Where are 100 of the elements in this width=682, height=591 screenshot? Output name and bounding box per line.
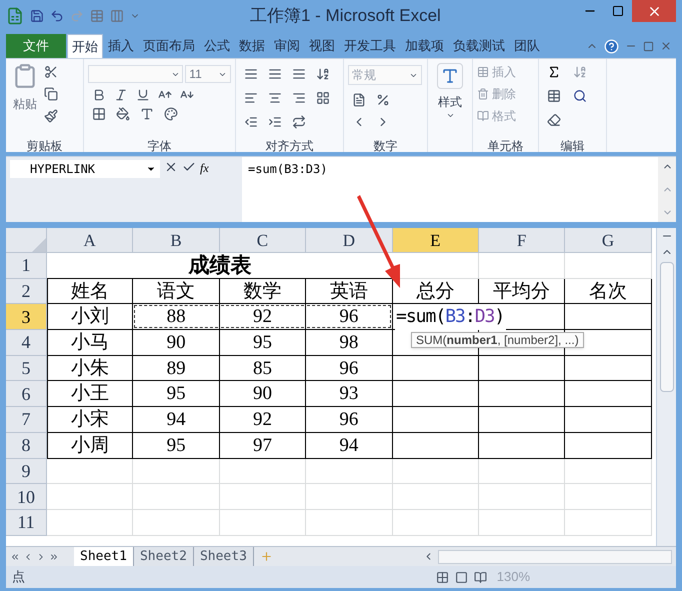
first-sheet-icon[interactable]: [10, 552, 20, 562]
column-header[interactable]: D: [306, 228, 393, 253]
merge-icon[interactable]: [316, 91, 330, 105]
row-header[interactable]: 6: [6, 381, 47, 408]
table-cell: 92: [220, 304, 306, 330]
fill-color-icon[interactable]: [116, 107, 130, 121]
column-header[interactable]: G: [565, 228, 652, 253]
paste-button[interactable]: 粘贴: [12, 63, 38, 123]
row-header[interactable]: 9: [6, 458, 47, 484]
fill-icon[interactable]: [547, 89, 561, 103]
orientation-icon[interactable]: [292, 115, 306, 129]
undo-icon[interactable]: [50, 9, 64, 23]
last-sheet-icon[interactable]: [49, 552, 59, 562]
table-cell: 96: [306, 356, 393, 382]
column-header[interactable]: E: [392, 228, 479, 253]
horizontal-scrollbar[interactable]: [438, 550, 672, 564]
ribbon-tab[interactable]: 开始: [67, 34, 103, 58]
normal-view-icon[interactable]: [436, 570, 449, 584]
column-header[interactable]: B: [133, 228, 220, 253]
styles-button[interactable]: 样式: [428, 59, 472, 120]
window-title: 工作簿1 - Microsoft Excel: [249, 5, 442, 28]
row-header[interactable]: 1: [6, 253, 47, 279]
file-tab[interactable]: 文件: [6, 34, 66, 58]
cut-icon[interactable]: [44, 65, 58, 79]
table-cell: 小刘: [47, 304, 134, 330]
row-header[interactable]: 4: [6, 330, 47, 356]
help-icon[interactable]: [604, 38, 619, 54]
align-left-icon[interactable]: [244, 91, 258, 105]
middle-align-icon[interactable]: [268, 67, 282, 81]
ribbon-tab[interactable]: 开发工具: [340, 34, 400, 58]
increase-indent-icon[interactable]: [268, 115, 282, 129]
column-header[interactable]: A: [47, 228, 134, 253]
function-tooltip: SUM(number1, [number2], ...): [411, 332, 584, 348]
align-center-icon[interactable]: [268, 91, 282, 105]
align-right-icon[interactable]: [292, 91, 306, 105]
borders-icon[interactable]: [92, 107, 106, 121]
group-label: 单元格: [488, 139, 524, 153]
table-cell: 90: [133, 330, 220, 356]
wrap-text-icon[interactable]: [316, 67, 330, 81]
sheet-tab[interactable]: Sheet3: [194, 547, 254, 566]
column-header[interactable]: F: [478, 228, 566, 253]
group-label: 编辑: [560, 139, 584, 153]
ribbon-tab[interactable]: 审阅: [270, 34, 304, 58]
cell-edit-text[interactable]: =sum(B3:D3): [395, 304, 506, 330]
ribbon-tab[interactable]: 插入: [104, 34, 138, 58]
name-box[interactable]: HYPERLINK: [10, 160, 160, 178]
row-header[interactable]: 8: [6, 432, 47, 458]
ribbon-tab[interactable]: 团队: [510, 34, 544, 58]
row-header[interactable]: 11: [6, 510, 47, 536]
row-header[interactable]: 3: [6, 304, 47, 330]
ribbon-tab[interactable]: 公式: [200, 34, 234, 58]
sheet-tab[interactable]: Sheet2: [134, 547, 194, 566]
bottom-align-icon[interactable]: [292, 67, 306, 81]
top-align-icon[interactable]: [244, 67, 258, 81]
table-cell: 数学: [220, 278, 306, 304]
bold-icon[interactable]: [92, 88, 106, 102]
insert-cells-icon: [477, 66, 489, 78]
font-size-field[interactable]: 11: [185, 65, 231, 83]
ribbon-tab[interactable]: 视图: [305, 34, 339, 58]
autosum-icon[interactable]: [547, 65, 561, 79]
formula-field[interactable]: =sum(B3:D3): [242, 157, 658, 222]
ribbon-tab[interactable]: 数据: [235, 34, 269, 58]
row-header[interactable]: 10: [6, 484, 47, 510]
italic-icon[interactable]: [114, 88, 128, 102]
vertical-scroll-thumb[interactable]: [660, 262, 674, 392]
table-cell: 98: [306, 330, 393, 356]
font-color-icon[interactable]: [140, 107, 154, 121]
find-icon[interactable]: [573, 89, 587, 103]
sheet-tab[interactable]: Sheet1: [74, 547, 134, 566]
table-cell: 语文: [133, 278, 220, 304]
format-painter-icon[interactable]: [44, 109, 58, 123]
cancel-icon[interactable]: [164, 160, 178, 174]
clear-icon[interactable]: [547, 113, 561, 127]
ribbon-tab[interactable]: 加载项: [401, 34, 448, 58]
save-icon[interactable]: [30, 9, 44, 23]
ribbon-tab[interactable]: 负载测试: [449, 34, 509, 58]
page-layout-icon[interactable]: [454, 570, 468, 584]
table-cell: 小朱: [47, 356, 134, 382]
close-button[interactable]: [632, 0, 676, 22]
table-cell: 97: [220, 432, 306, 458]
restore-workbook-icon[interactable]: [643, 40, 654, 52]
row-header[interactable]: 5: [6, 356, 47, 382]
insert-function-button[interactable]: fx: [200, 160, 209, 174]
copy-icon[interactable]: [44, 87, 58, 101]
ribbon-tab[interactable]: 页面布局: [139, 34, 199, 58]
page-break-icon[interactable]: [474, 570, 487, 584]
percent-icon[interactable]: [376, 93, 390, 107]
row-header[interactable]: 2: [6, 278, 47, 304]
table-cell: 93: [306, 381, 393, 408]
decrease-indent-icon[interactable]: [244, 115, 258, 129]
number-format-value: 常规: [352, 67, 376, 84]
table-cell: 小周: [47, 432, 134, 458]
table-cell: 小王: [47, 381, 134, 408]
palette-icon[interactable]: [164, 107, 178, 121]
row-header[interactable]: 7: [6, 407, 47, 433]
currency-icon[interactable]: [352, 93, 366, 107]
close-workbook-icon[interactable]: [660, 40, 672, 52]
column-header[interactable]: C: [220, 228, 306, 253]
font-name-field[interactable]: [88, 65, 184, 83]
underline-icon[interactable]: [136, 88, 150, 102]
